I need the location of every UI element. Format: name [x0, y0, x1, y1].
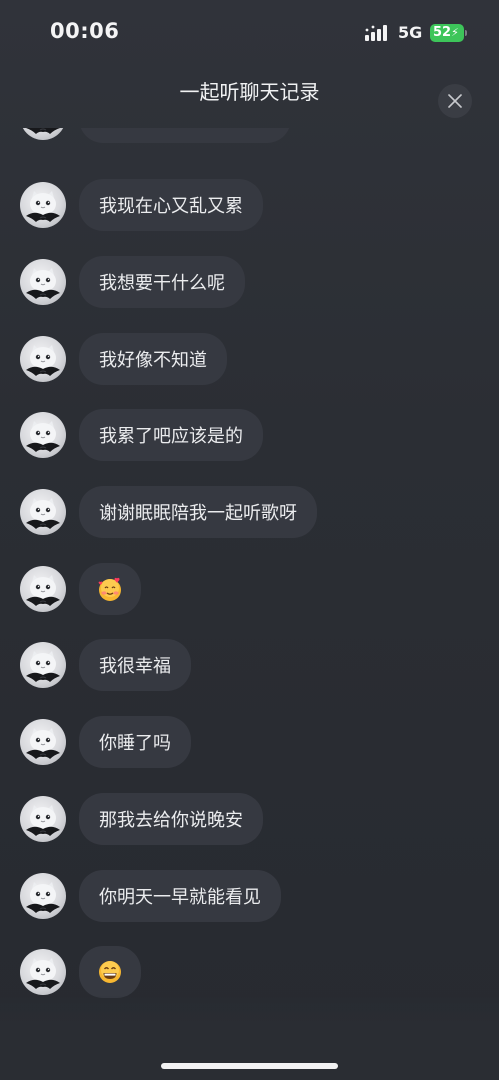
page-title: 一起听聊天记录	[179, 80, 320, 104]
list-item: 你明天一早就能看见	[0, 870, 499, 933]
network-label: 5G	[398, 23, 423, 42]
list-item: 我累了吧应该是的	[0, 409, 499, 472]
avatar[interactable]	[20, 949, 66, 995]
message-bubble[interactable]: 你睡了吗	[79, 716, 191, 768]
message-bubble[interactable]: 谢谢眠眠陪我一起听歌呀	[79, 486, 317, 538]
grinning-face-icon	[99, 961, 121, 983]
charging-bolt-icon: ⚡	[451, 26, 459, 39]
chat-history-screen: 00:06 5G 52 ⚡ 一起听聊天记录 我现在心又乱又累 我想要干什么呢 我…	[0, 0, 499, 1080]
cat-avatar-icon	[26, 805, 60, 836]
close-icon	[448, 94, 462, 108]
avatar[interactable]	[20, 412, 66, 458]
cat-avatar-icon	[26, 728, 60, 759]
cat-avatar-icon	[26, 268, 60, 299]
message-bubble[interactable]: 我好像不知道	[79, 333, 227, 385]
avatar[interactable]	[20, 719, 66, 765]
avatar[interactable]	[20, 796, 66, 842]
avatar[interactable]	[20, 182, 66, 228]
avatar[interactable]	[20, 566, 66, 612]
cat-avatar-icon	[26, 498, 60, 529]
avatar[interactable]	[20, 128, 66, 140]
battery-icon: 52 ⚡	[430, 24, 464, 42]
list-item: 我好像不知道	[0, 333, 499, 396]
message-bubble[interactable]: 你明天一早就能看见	[79, 870, 281, 922]
list-item: 谢谢眠眠陪我一起听歌呀	[0, 486, 499, 549]
battery-tip	[465, 30, 467, 36]
cat-avatar-icon	[26, 882, 60, 913]
message-bubble-partial	[79, 128, 291, 143]
avatar[interactable]	[20, 259, 66, 305]
message-bubble[interactable]: 我很幸福	[79, 639, 191, 691]
cat-avatar-icon	[26, 575, 60, 606]
smiling-face-with-hearts-icon	[98, 577, 121, 601]
list-item: 我很幸福	[0, 639, 499, 702]
message-bubble[interactable]: 我现在心又乱又累	[79, 179, 263, 231]
list-item: 我现在心又乱又累	[0, 179, 499, 242]
cat-avatar-icon	[26, 421, 60, 452]
message-bubble[interactable]: 我想要干什么呢	[79, 256, 245, 308]
cat-avatar-icon	[26, 958, 60, 989]
list-item: 我想要干什么呢	[0, 256, 499, 319]
avatar[interactable]	[20, 489, 66, 535]
list-item: 你睡了吗	[0, 716, 499, 779]
avatar[interactable]	[20, 642, 66, 688]
list-item	[0, 946, 499, 998]
list-item: 那我去给你说晚安	[0, 793, 499, 856]
list-item-partial	[0, 128, 499, 154]
message-bubble[interactable]: 我累了吧应该是的	[79, 409, 263, 461]
message-bubble[interactable]	[79, 946, 141, 998]
message-bubble[interactable]: 那我去给你说晚安	[79, 793, 263, 845]
list-item	[0, 563, 499, 626]
battery-level: 52	[433, 25, 452, 40]
status-time: 00:06	[50, 19, 120, 43]
home-indicator[interactable]	[161, 1063, 338, 1069]
cat-avatar-icon	[26, 128, 60, 134]
signal-icon	[365, 25, 387, 41]
cat-avatar-icon	[26, 345, 60, 376]
avatar[interactable]	[20, 336, 66, 382]
avatar[interactable]	[20, 873, 66, 919]
status-bar: 00:06 5G 52 ⚡	[0, 0, 499, 66]
cat-avatar-icon	[26, 651, 60, 682]
close-button[interactable]	[438, 84, 472, 118]
chat-list[interactable]: 我现在心又乱又累 我想要干什么呢 我好像不知道 我累了吧应该是的 谢谢眠眠陪我一…	[0, 128, 499, 998]
cat-avatar-icon	[26, 191, 60, 222]
message-bubble[interactable]	[79, 563, 141, 615]
